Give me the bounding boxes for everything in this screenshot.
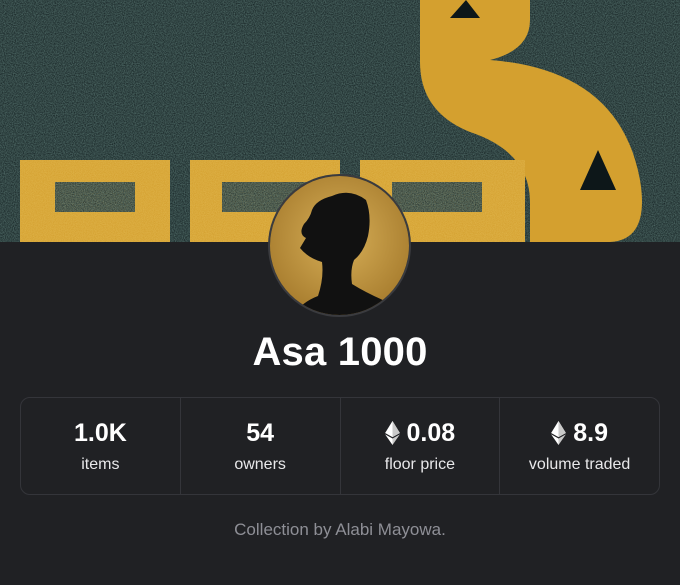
stat-floor-price-label: floor price (384, 456, 455, 473)
ethereum-icon (551, 421, 567, 445)
collection-byline: Collection by Alabi Mayowa. (234, 520, 446, 539)
ethereum-icon (384, 421, 400, 445)
stat-volume-traded-value: 8.9 (551, 418, 608, 448)
collection-title: Asa 1000 (252, 330, 428, 374)
stat-items-label: items (81, 456, 120, 473)
stat-volume-traded-number: 8.9 (573, 419, 608, 447)
stat-owners[interactable]: 54 owners (181, 398, 341, 494)
stat-floor-price-value: 0.08 (384, 418, 456, 448)
stat-owners-label: owners (234, 456, 286, 473)
collection-avatar[interactable] (268, 174, 411, 317)
stat-volume-traded[interactable]: 8.9 volume traded (500, 398, 659, 494)
stat-owners-value: 54 (246, 418, 274, 448)
stat-floor-price[interactable]: 0.08 floor price (341, 398, 501, 494)
stat-owners-number: 54 (246, 419, 275, 447)
stat-volume-traded-label: volume traded (528, 456, 631, 473)
stat-items-number: 1.0K (73, 419, 127, 447)
avatar-portrait (270, 176, 409, 315)
stats-panel: 1.0K items 54 owners 0.08 floor price 8.… (20, 397, 660, 495)
stat-floor-price-number: 0.08 (406, 419, 456, 447)
stat-items[interactable]: 1.0K items (21, 398, 181, 494)
stat-items-value: 1.0K (74, 418, 127, 448)
